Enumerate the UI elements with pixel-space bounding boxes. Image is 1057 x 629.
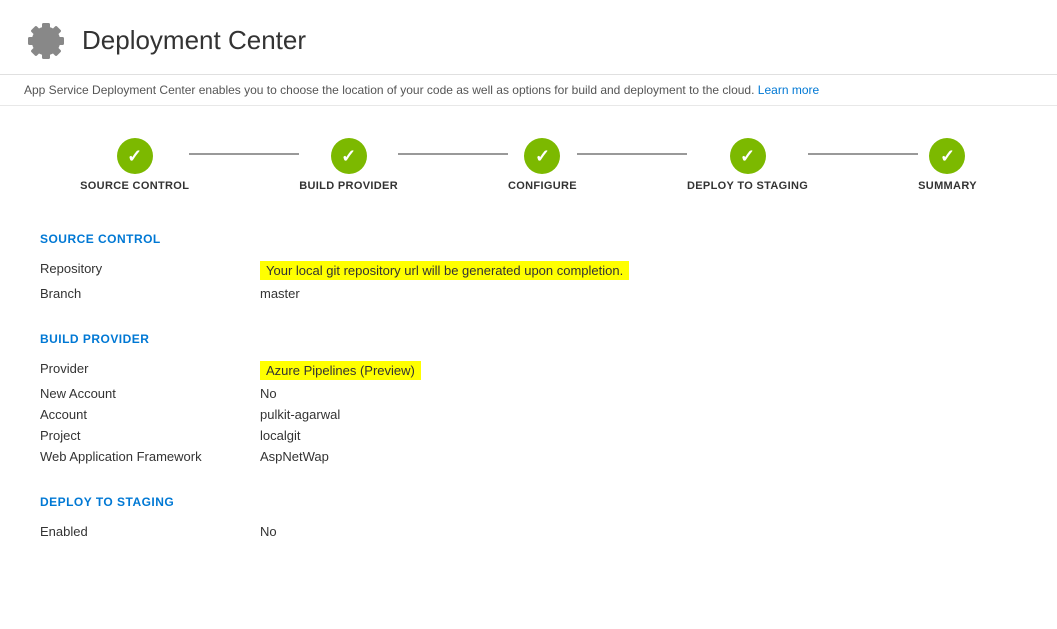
value-branch: master [260,286,300,301]
value-project: localgit [260,428,300,443]
subtitle-text: App Service Deployment Center enables yo… [24,83,754,97]
checkmark-4: ✓ [740,146,755,167]
build-provider-section: BUILD PROVIDER Provider Azure Pipelines … [40,332,1017,467]
value-repository: Your local git repository url will be ge… [260,261,629,280]
label-web-app-framework: Web Application Framework [40,449,260,464]
gear-icon [24,18,68,62]
checkmark-2: ✓ [341,146,356,167]
info-row-web-app-framework: Web Application Framework AspNetWap [40,446,1017,467]
step-build-provider: ✓ BUILD PROVIDER [299,138,398,192]
step-deploy-to-staging: ✓ DEPLOY TO STAGING [687,138,808,192]
step-circle-5: ✓ [929,138,965,174]
step-label-1: SOURCE CONTROL [80,180,189,192]
step-line-3 [577,153,687,155]
checkmark-5: ✓ [940,146,955,167]
info-row-branch: Branch master [40,283,1017,304]
checkmark-3: ✓ [535,146,550,167]
page-header: Deployment Center [0,0,1057,75]
build-provider-table: Provider Azure Pipelines (Preview) New A… [40,358,1017,467]
step-line-4 [808,153,918,155]
info-row-repository: Repository Your local git repository url… [40,258,1017,283]
content-area: SOURCE CONTROL Repository Your local git… [0,216,1057,610]
value-account: pulkit-agarwal [260,407,340,422]
step-circle-4: ✓ [730,138,766,174]
label-repository: Repository [40,261,260,280]
deploy-to-staging-title: DEPLOY TO STAGING [40,495,1017,509]
subtitle-bar: App Service Deployment Center enables yo… [0,75,1057,106]
step-label-2: BUILD PROVIDER [299,180,398,192]
label-provider: Provider [40,361,260,380]
label-project: Project [40,428,260,443]
step-label-3: CONFIGURE [508,180,577,192]
info-row-account: Account pulkit-agarwal [40,404,1017,425]
step-label-5: SUMMARY [918,180,977,192]
wizard-steps: ✓ SOURCE CONTROL ✓ BUILD PROVIDER ✓ CONF… [0,106,1057,216]
step-summary: ✓ SUMMARY [918,138,977,192]
step-line-1 [189,153,299,155]
step-source-control: ✓ SOURCE CONTROL [80,138,189,192]
label-enabled: Enabled [40,524,260,539]
info-row-enabled: Enabled No [40,521,1017,542]
source-control-table: Repository Your local git repository url… [40,258,1017,304]
checkmark-1: ✓ [127,146,142,167]
deploy-to-staging-table: Enabled No [40,521,1017,542]
step-container: ✓ SOURCE CONTROL ✓ BUILD PROVIDER ✓ CONF… [80,138,977,192]
info-row-project: Project localgit [40,425,1017,446]
value-new-account: No [260,386,277,401]
step-configure: ✓ CONFIGURE [508,138,577,192]
value-enabled: No [260,524,277,539]
source-control-section: SOURCE CONTROL Repository Your local git… [40,232,1017,304]
label-account: Account [40,407,260,422]
page-title: Deployment Center [82,25,306,56]
learn-more-link[interactable]: Learn more [758,83,819,97]
label-branch: Branch [40,286,260,301]
step-circle-3: ✓ [524,138,560,174]
value-web-app-framework: AspNetWap [260,449,329,464]
label-new-account: New Account [40,386,260,401]
step-circle-2: ✓ [331,138,367,174]
value-provider: Azure Pipelines (Preview) [260,361,421,380]
info-row-new-account: New Account No [40,383,1017,404]
step-line-2 [398,153,508,155]
info-row-provider: Provider Azure Pipelines (Preview) [40,358,1017,383]
highlight-repository: Your local git repository url will be ge… [260,261,629,280]
source-control-title: SOURCE CONTROL [40,232,1017,246]
step-label-4: DEPLOY TO STAGING [687,180,808,192]
deploy-to-staging-section: DEPLOY TO STAGING Enabled No [40,495,1017,542]
step-circle-1: ✓ [117,138,153,174]
build-provider-title: BUILD PROVIDER [40,332,1017,346]
highlight-provider: Azure Pipelines (Preview) [260,361,421,380]
